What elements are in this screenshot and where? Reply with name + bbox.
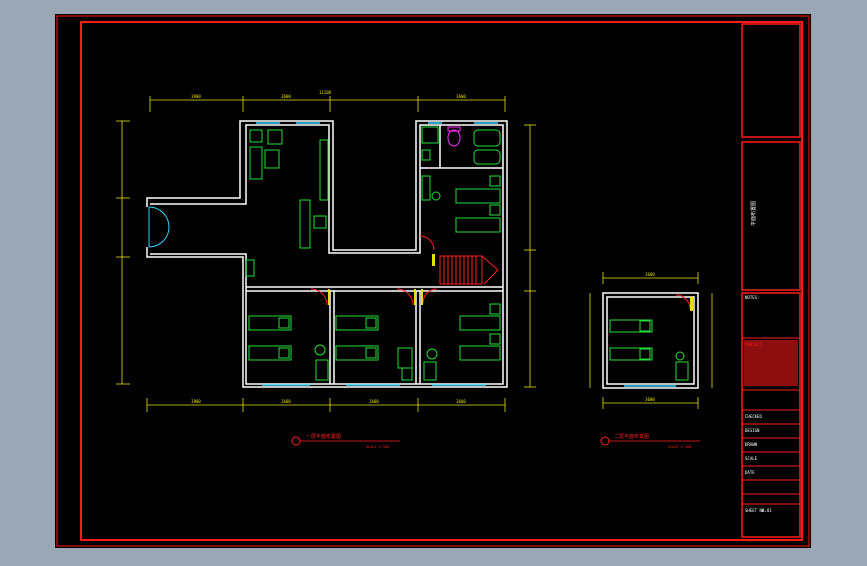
drawing-title: 平面布置图 — [750, 201, 757, 226]
main-plan-title: 一层平面布置图 — [306, 433, 341, 440]
dim-bottom-1: 3900 — [191, 399, 201, 404]
cad-viewport: NOTES: PROJECT 平面布置图 CHECKED DESIGN DRAW… — [0, 0, 867, 562]
dim-overall: 11100 — [319, 90, 332, 95]
dim-bottom-3: 3600 — [369, 399, 379, 404]
dim-top-1: 3900 — [191, 94, 201, 99]
tb-sheet-no: A-01 — [762, 508, 772, 513]
dim-top-3: 3600 — [456, 94, 466, 99]
annex-plan-scale: SCALE 1:100 — [668, 445, 691, 449]
dim-top-2: 3600 — [281, 94, 291, 99]
tb-row-checked: CHECKED — [745, 414, 762, 419]
main-plan-scale: SCALE 1:100 — [366, 445, 389, 449]
tb-row-design: DESIGN — [745, 428, 760, 433]
tb-row-date: DATE — [745, 470, 755, 475]
annex-plan-title: 二层平面布置图 — [614, 433, 649, 440]
project-label: PROJECT — [745, 342, 762, 347]
annex-dim-top: 3600 — [645, 272, 655, 277]
tb-row-scale: SCALE — [745, 456, 758, 461]
dim-bottom-2: 3600 — [281, 399, 291, 404]
floor-plan-drawing: NOTES: PROJECT 平面布置图 CHECKED DESIGN DRAW… — [55, 14, 811, 548]
tb-row-drawn: DRAWN — [745, 442, 758, 447]
annex-dim-bottom: 3600 — [645, 397, 655, 402]
notes-heading: NOTES: — [745, 295, 759, 300]
dim-bottom-4: 3600 — [456, 399, 466, 404]
